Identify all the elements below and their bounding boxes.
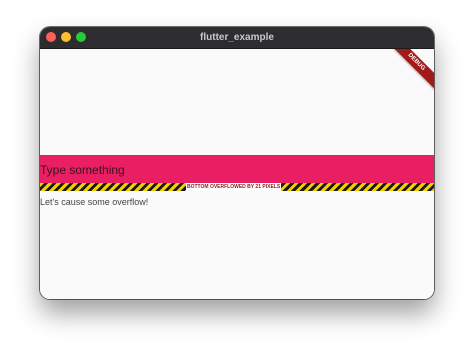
body-text: Let's cause some overflow! xyxy=(40,197,149,207)
text-field[interactable]: Type something xyxy=(40,155,434,183)
app-content: Type something BOTTOM OVERFLOWED BY 21 P… xyxy=(40,49,434,299)
debug-banner: DEBUG xyxy=(383,49,434,95)
title-bar[interactable]: flutter_example xyxy=(40,27,434,49)
overflow-warning-stripe: BOTTOM OVERFLOWED BY 21 PIXELS xyxy=(40,183,434,191)
window-title: flutter_example xyxy=(200,32,274,43)
overflow-warning-label: BOTTOM OVERFLOWED BY 21 PIXELS xyxy=(186,183,282,191)
app-window: flutter_example Type something BOTTOM OV… xyxy=(40,27,434,299)
text-field-placeholder: Type something xyxy=(40,163,125,177)
